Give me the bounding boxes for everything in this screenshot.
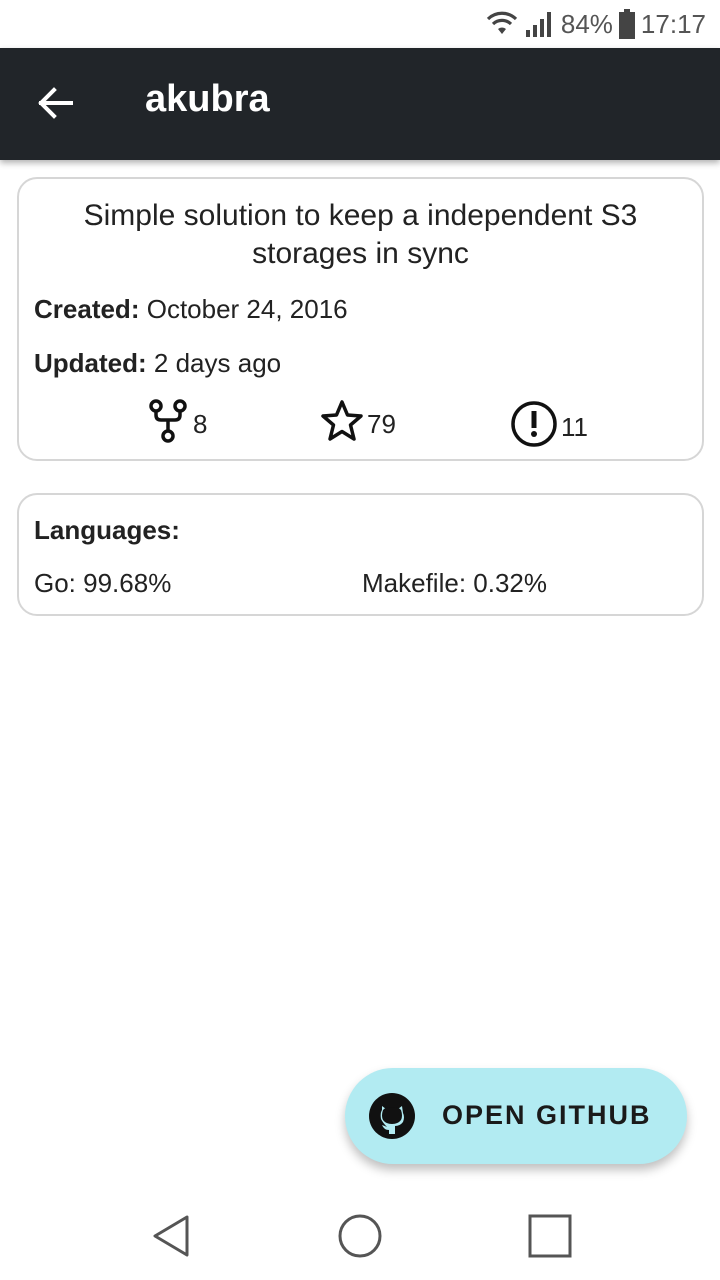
nav-back-button[interactable] <box>145 1212 197 1264</box>
repo-info-card: Simple solution to keep a independent S3… <box>17 177 704 461</box>
languages-heading: Languages: <box>34 515 180 545</box>
created-value: October 24, 2016 <box>146 294 348 324</box>
nav-recents-button[interactable] <box>524 1212 576 1264</box>
signal-icon <box>525 10 555 38</box>
app-bar: akubra <box>0 48 720 160</box>
battery-icon <box>618 9 635 39</box>
nav-home-button[interactable] <box>334 1212 386 1264</box>
github-icon <box>368 1092 416 1140</box>
issue-icon <box>509 399 559 456</box>
forks-count: 8 <box>193 409 208 439</box>
updated-value: 2 days ago <box>153 348 282 378</box>
square-recents-icon <box>527 1213 573 1264</box>
created-label: Created: <box>34 294 140 324</box>
languages-card: Languages: Go: 99.68% Makefile: 0.32% <box>17 493 704 616</box>
stars-stat: 79 <box>319 399 396 450</box>
clock: 17:17 <box>640 8 706 39</box>
fork-icon <box>147 399 191 450</box>
repo-stats: 8 79 11 <box>19 397 702 447</box>
system-nav-bar <box>0 1196 720 1280</box>
repo-description: Simple solution to keep a independent S3… <box>83 199 638 270</box>
updated-row: Updated: 2 days ago <box>34 348 281 379</box>
status-bar: 84% 17:17 <box>0 0 720 48</box>
battery-percent: 84% <box>560 8 613 39</box>
arrow-left-icon <box>37 86 73 124</box>
created-row: Created: October 24, 2016 <box>34 294 348 325</box>
forks-stat: 8 <box>147 399 207 450</box>
open-github-label: OPEN GITHUB <box>442 1100 652 1130</box>
updated-label: Updated: <box>34 348 147 378</box>
issues-stat: 11 <box>509 399 588 456</box>
circle-home-icon <box>337 1213 383 1264</box>
triangle-back-icon <box>149 1213 193 1264</box>
stars-count: 79 <box>367 409 396 439</box>
page-title: akubra <box>145 78 270 120</box>
language-item-makefile: Makefile: 0.32% <box>362 568 547 598</box>
issues-count: 11 <box>561 412 588 442</box>
wifi-icon <box>485 10 519 38</box>
back-button[interactable] <box>30 80 80 130</box>
language-item-go: Go: 99.68% <box>34 568 172 598</box>
open-github-button[interactable]: OPEN GITHUB <box>345 1068 687 1164</box>
star-icon <box>319 399 365 450</box>
